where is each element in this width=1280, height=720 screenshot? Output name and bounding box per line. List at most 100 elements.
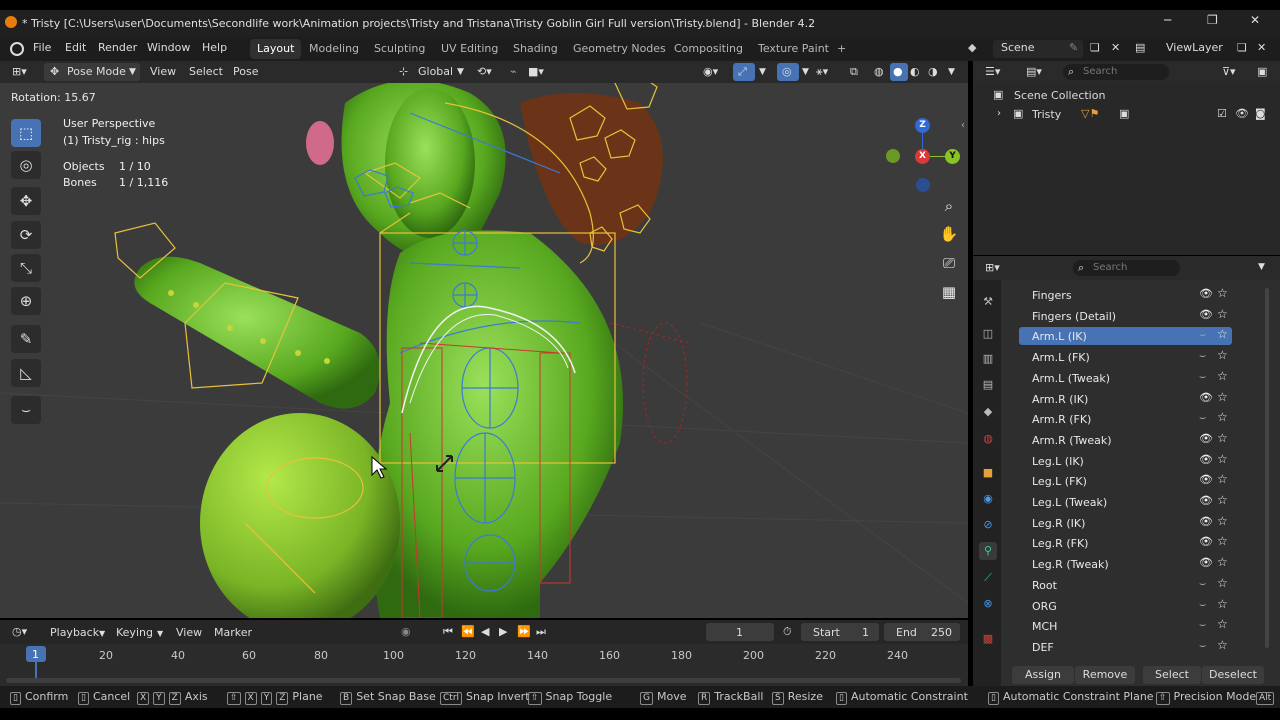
- snap-target-icon[interactable]: ■▾: [528, 65, 544, 78]
- bone-overlay-icon[interactable]: ⚹▾: [816, 65, 828, 79]
- close-button[interactable]: ✕: [1250, 13, 1260, 27]
- play-reverse-icon[interactable]: ◀: [481, 625, 489, 638]
- solo-star-icon[interactable]: ☆: [1217, 493, 1228, 507]
- eye-open-icon[interactable]: 👁: [1199, 308, 1213, 321]
- solo-star-icon[interactable]: ☆: [1217, 452, 1228, 466]
- menu-select[interactable]: Select: [189, 65, 223, 78]
- bone-collection-row[interactable]: Arm.R (FK) ⌣ ☆: [1019, 410, 1232, 428]
- timeline-editor-icon[interactable]: ◷▾: [12, 625, 27, 638]
- delete-viewlayer-icon[interactable]: ✕: [1257, 41, 1266, 54]
- deselect-button[interactable]: Deselect: [1202, 666, 1264, 684]
- exclude-checkbox[interactable]: ☑: [1217, 107, 1227, 120]
- display-mode-icon[interactable]: ▤▾: [1026, 65, 1042, 78]
- solo-star-icon[interactable]: ☆: [1217, 472, 1228, 486]
- stopwatch-icon[interactable]: ⏱: [783, 625, 792, 639]
- menu-view[interactable]: View: [150, 65, 176, 78]
- viewlayer-icon[interactable]: ▤: [1135, 41, 1145, 54]
- solo-star-icon[interactable]: ☆: [1217, 431, 1228, 445]
- delete-scene-icon[interactable]: ✕: [1111, 41, 1120, 54]
- menu-pose[interactable]: Pose: [233, 65, 258, 78]
- assign-button[interactable]: Assign: [1012, 666, 1074, 684]
- scale-tool[interactable]: ⤡: [11, 254, 41, 282]
- eye-closed-icon[interactable]: ⌣: [1199, 618, 1206, 632]
- annotate-tool[interactable]: ✎: [11, 325, 41, 353]
- minimize-button[interactable]: ─: [1164, 13, 1171, 27]
- scene-collection-label[interactable]: Scene Collection: [1014, 89, 1105, 102]
- menu-marker[interactable]: Marker: [214, 626, 252, 639]
- bone-collection-row[interactable]: Leg.R (FK) 👁 ☆: [1019, 534, 1232, 552]
- view-layer-tab-icon[interactable]: ▤: [979, 376, 997, 394]
- texture-tab-icon[interactable]: ▩: [979, 630, 997, 648]
- armature-data-tab-icon[interactable]: ⚲: [979, 542, 997, 560]
- select-button[interactable]: Select: [1143, 666, 1201, 684]
- solo-star-icon[interactable]: ☆: [1217, 617, 1228, 631]
- next-keyframe-icon[interactable]: ⏩: [517, 625, 531, 638]
- remove-button[interactable]: Remove: [1075, 666, 1135, 684]
- eye-open-icon[interactable]: 👁: [1199, 515, 1213, 528]
- tab-shading[interactable]: Shading: [506, 39, 565, 59]
- eye-closed-icon[interactable]: ⌣: [1199, 639, 1206, 653]
- bone-collection-row[interactable]: Arm.L (Tweak) ⌣ ☆: [1019, 369, 1232, 387]
- pivot-icon[interactable]: ⟲▾: [477, 65, 492, 78]
- pin-scene-icon[interactable]: ✎: [1069, 41, 1078, 54]
- menu-render[interactable]: Render: [98, 41, 137, 54]
- bone-collection-row[interactable]: Leg.L (Tweak) 👁 ☆: [1019, 493, 1232, 511]
- bone-collection-row[interactable]: Arm.L (IK) ⌣ ☆: [1019, 327, 1232, 346]
- eye-open-icon[interactable]: 👁: [1199, 432, 1213, 445]
- menu-playback[interactable]: Playback: [50, 626, 99, 639]
- orientation-dropdown[interactable]: Global: [418, 65, 453, 78]
- snap-icon[interactable]: ⌁: [510, 65, 517, 78]
- solo-star-icon[interactable]: ☆: [1217, 410, 1228, 424]
- tab-modeling[interactable]: Modeling: [302, 39, 366, 59]
- solo-star-icon[interactable]: ☆: [1217, 369, 1228, 383]
- xray-icon[interactable]: ⧉: [850, 65, 858, 79]
- transform-tool[interactable]: ⊕: [11, 287, 41, 315]
- constraint-tab-icon[interactable]: ⊘: [979, 516, 997, 534]
- jump-start-icon[interactable]: ⏮: [443, 625, 453, 639]
- eye-closed-icon[interactable]: ⌣: [1199, 598, 1206, 612]
- add-workspace-button[interactable]: +: [830, 39, 853, 59]
- solo-star-icon[interactable]: ☆: [1217, 576, 1228, 590]
- gizmo-y-axis[interactable]: Y: [945, 149, 960, 164]
- gizmo-z-axis[interactable]: Z: [915, 118, 930, 133]
- editor-type-icon[interactable]: ⊞▾: [12, 65, 27, 78]
- chevron-down-icon[interactable]: ▼: [1258, 262, 1265, 272]
- ortho-grid-icon[interactable]: ▦: [936, 279, 962, 305]
- render-camera-icon[interactable]: ◙: [1255, 107, 1266, 120]
- eye-open-icon[interactable]: 👁: [1199, 535, 1213, 548]
- tab-geometry-nodes[interactable]: Geometry Nodes: [566, 39, 673, 59]
- tool-tab-icon[interactable]: ⚒: [979, 293, 997, 311]
- viewlayer-label[interactable]: ViewLayer: [1166, 41, 1223, 54]
- gizmo-neg-z[interactable]: [916, 178, 930, 192]
- solo-star-icon[interactable]: ☆: [1217, 534, 1228, 548]
- solo-star-icon[interactable]: ☆: [1217, 390, 1228, 404]
- new-collection-icon[interactable]: ▣: [1257, 65, 1267, 78]
- tab-compositing[interactable]: Compositing: [667, 39, 750, 59]
- eye-closed-icon[interactable]: ⌣: [1199, 411, 1206, 425]
- timeline-area[interactable]: 1 20 40 60 80 100 120 140 160 180 200 22…: [0, 644, 968, 686]
- pan-hand-icon[interactable]: ✋: [936, 221, 962, 247]
- material-shading-icon[interactable]: ◐: [910, 65, 920, 78]
- bone-constraint-tab-icon[interactable]: ⊗: [979, 595, 997, 613]
- filter-icon[interactable]: ⊽▾: [1222, 65, 1236, 78]
- scene-tab-icon[interactable]: ◆: [979, 403, 997, 421]
- eye-open-icon[interactable]: 👁: [1199, 473, 1213, 486]
- eye-closed-icon[interactable]: ⌣: [1199, 370, 1206, 384]
- gizmo-x-axis[interactable]: X: [915, 149, 930, 164]
- bone-collection-row[interactable]: Leg.R (Tweak) 👁 ☆: [1019, 555, 1232, 573]
- output-tab-icon[interactable]: ▥: [979, 350, 997, 368]
- timeline-scrollbar[interactable]: [6, 678, 961, 683]
- rotate-tool[interactable]: ⟳: [11, 221, 41, 249]
- select-box-tool[interactable]: ⬚: [11, 119, 41, 147]
- eye-open-icon[interactable]: 👁: [1199, 453, 1213, 466]
- chevron-down-icon[interactable]: ▼: [802, 67, 809, 77]
- bone-tab-icon[interactable]: ⟋: [979, 569, 997, 587]
- prev-keyframe-icon[interactable]: ⏪: [461, 625, 475, 638]
- auto-key-icon[interactable]: ◉: [401, 625, 411, 638]
- bone-collection-row[interactable]: MCH ⌣ ☆: [1019, 617, 1232, 635]
- menu-view[interactable]: View: [176, 626, 202, 639]
- bone-collection-row[interactable]: Arm.L (FK) ⌣ ☆: [1019, 348, 1232, 366]
- menu-file[interactable]: File: [33, 41, 51, 54]
- chevron-down-icon[interactable]: ▼: [759, 67, 766, 77]
- bone-collection-row[interactable]: Leg.L (FK) 👁 ☆: [1019, 472, 1232, 490]
